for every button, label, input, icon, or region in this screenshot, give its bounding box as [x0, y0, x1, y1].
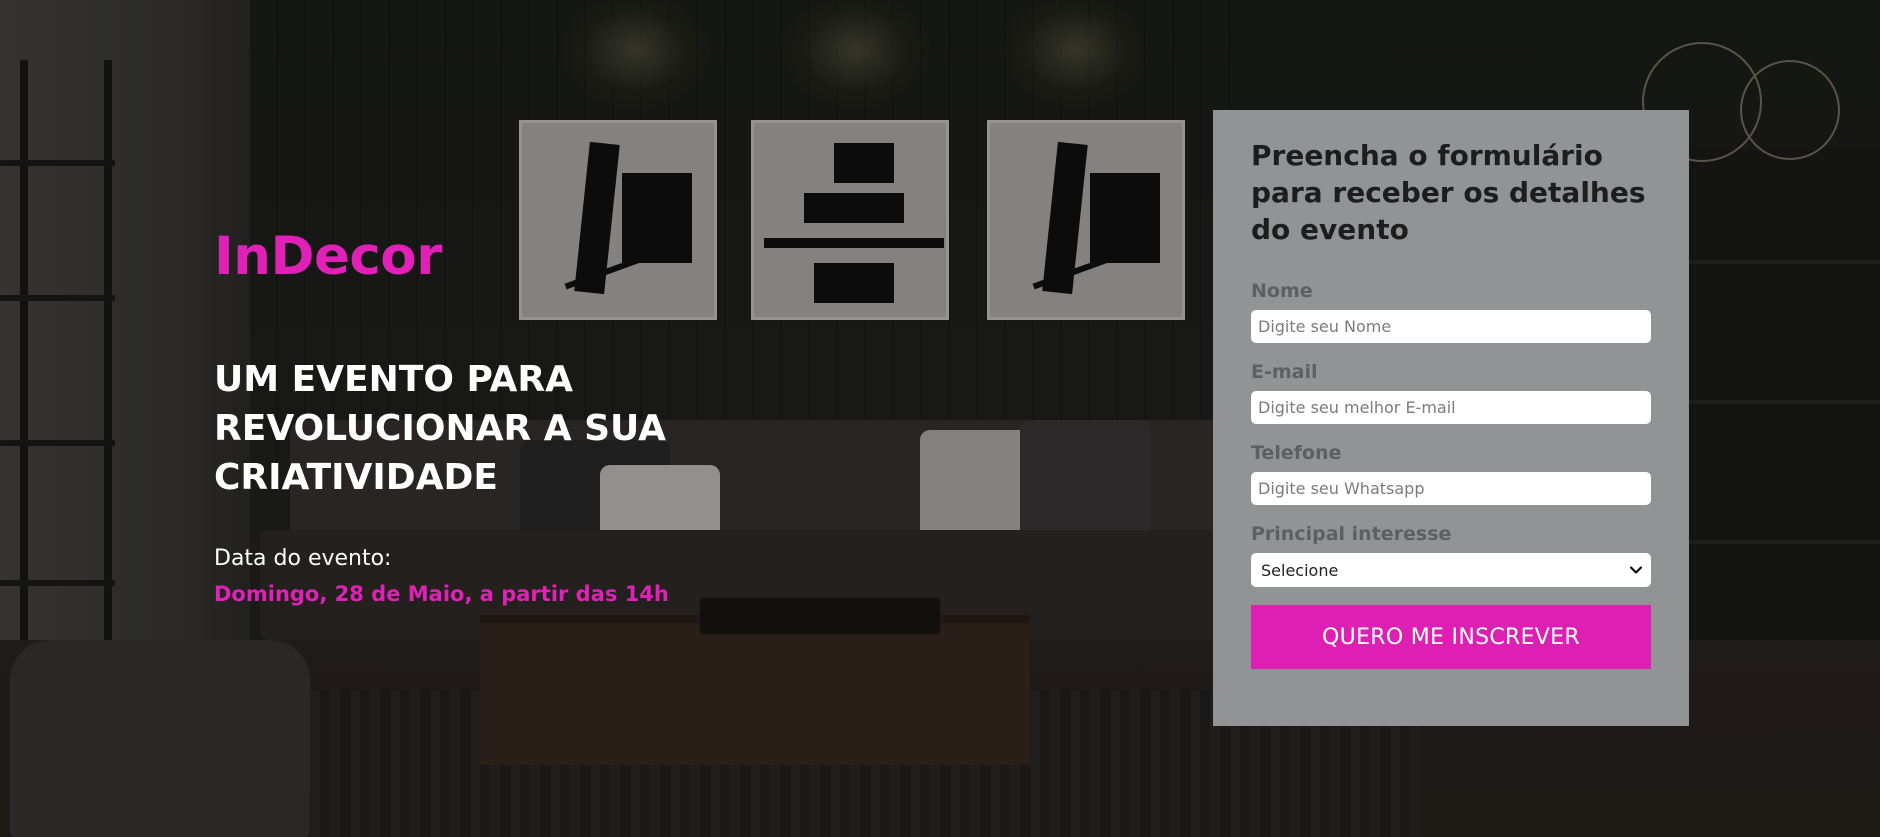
interest-field-group: Principal interesse Selecione [1251, 523, 1651, 587]
phone-label: Telefone [1251, 442, 1342, 464]
signup-form: Preencha o formulário para receber os de… [1213, 110, 1689, 726]
name-label: Nome [1251, 280, 1313, 302]
event-date-value: Domingo, 28 de Maio, a partir das 14h [214, 582, 669, 606]
email-field-group: E-mail [1251, 361, 1651, 424]
chevron-down-icon [1629, 566, 1643, 574]
interest-select[interactable]: Selecione [1251, 553, 1651, 587]
phone-input[interactable] [1251, 472, 1651, 505]
name-field-group: Nome [1251, 280, 1651, 343]
phone-field-group: Telefone [1251, 442, 1651, 505]
event-headline: UM EVENTO PARA REVOLUCIONAR A SUA CRIATI… [214, 359, 667, 498]
event-date-label: Data do evento: [214, 546, 392, 571]
brand-logo: InDecor [214, 226, 442, 287]
interest-label: Principal interesse [1251, 523, 1452, 545]
email-label: E-mail [1251, 361, 1318, 383]
interest-select-value: Selecione [1261, 560, 1339, 580]
form-title: Preencha o formulário para receber os de… [1251, 139, 1646, 246]
subscribe-button[interactable]: QUERO ME INSCREVER [1251, 605, 1651, 669]
name-input[interactable] [1251, 310, 1651, 343]
email-input[interactable] [1251, 391, 1651, 424]
